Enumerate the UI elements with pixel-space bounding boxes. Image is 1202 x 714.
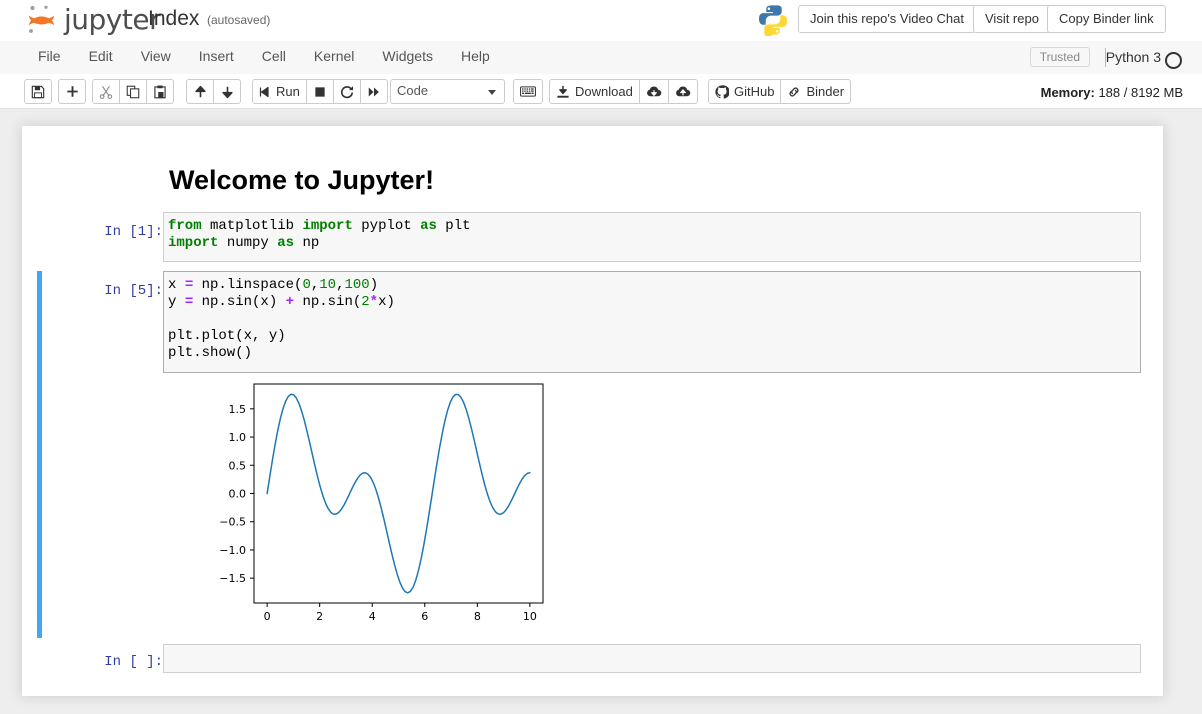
cell-prompt: In [5]: bbox=[83, 283, 163, 299]
menu-item-insert[interactable]: Insert bbox=[185, 41, 248, 71]
cell-type-value: Code bbox=[397, 83, 428, 98]
join-video-chat-button[interactable]: Join this repo's Video Chat bbox=[798, 5, 976, 33]
save-button[interactable] bbox=[24, 79, 52, 104]
svg-text:1.5: 1.5 bbox=[229, 403, 247, 416]
code-editor[interactable] bbox=[163, 644, 1141, 673]
cell-type-select[interactable]: Code bbox=[390, 79, 505, 104]
command-palette-button[interactable] bbox=[513, 79, 543, 104]
svg-text:−1.5: −1.5 bbox=[219, 572, 246, 585]
svg-text:−0.5: −0.5 bbox=[219, 516, 246, 529]
code-editor[interactable]: x = np.linspace(0,10,100) y = np.sin(x) … bbox=[163, 271, 1141, 373]
paste-cells-button[interactable] bbox=[146, 79, 174, 104]
copy-binder-link-button[interactable]: Copy Binder link bbox=[1047, 5, 1166, 33]
code-cell-selected[interactable]: In [5]: x = np.linspace(0,10,100) y = np… bbox=[22, 271, 1163, 638]
notebook-title[interactable]: Index bbox=[148, 7, 199, 31]
github-button-label: GitHub bbox=[734, 84, 774, 99]
menu-bar: File Edit View Insert Cell Kernel Widget… bbox=[0, 41, 1202, 75]
cell-prompt: In [ ]: bbox=[83, 654, 163, 670]
cloud-download-button[interactable] bbox=[639, 79, 669, 104]
toolbar: Run Code Download bbox=[0, 74, 1202, 109]
svg-text:0.5: 0.5 bbox=[229, 459, 247, 472]
menu-item-edit[interactable]: Edit bbox=[75, 41, 127, 71]
cut-cells-button[interactable] bbox=[92, 79, 120, 104]
svg-text:0: 0 bbox=[264, 610, 271, 623]
markdown-heading[interactable]: Welcome to Jupyter! bbox=[169, 165, 434, 196]
code-cell-empty[interactable]: In [ ]: bbox=[22, 644, 1163, 678]
kernel-idle-circle-icon[interactable] bbox=[1165, 52, 1182, 69]
matplotlib-figure: 0 2 4 6 8 10 −1.5 −1.0 −0.5 0.0 0.5 1.0 1.5 bbox=[210, 379, 544, 629]
jupyter-brand-text[interactable]: jupyter bbox=[64, 3, 160, 36]
python-logo-icon bbox=[758, 4, 788, 36]
memory-label: Memory: bbox=[1041, 85, 1095, 100]
jupyter-logo-icon[interactable] bbox=[24, 3, 60, 37]
github-button[interactable]: GitHub bbox=[708, 79, 781, 104]
trusted-badge[interactable]: Trusted bbox=[1030, 47, 1090, 67]
insert-cell-below-button[interactable] bbox=[58, 79, 86, 104]
line-plot: 0 2 4 6 8 10 −1.5 −1.0 −0.5 0.0 0.5 1.0 1.5 bbox=[210, 379, 544, 624]
restart-and-run-all-button[interactable] bbox=[360, 79, 388, 104]
kernel-name-label[interactable]: Python 3 bbox=[1106, 49, 1161, 65]
app-header: jupyter Index (autosaved) Join this repo… bbox=[0, 0, 1202, 42]
code-text: x = np.linspace(0,10,100) y = np.sin(x) … bbox=[168, 277, 1136, 362]
menu-item-view[interactable]: View bbox=[127, 41, 185, 71]
download-button-label: Download bbox=[575, 84, 633, 99]
svg-text:1.0: 1.0 bbox=[229, 431, 247, 444]
menu-item-kernel[interactable]: Kernel bbox=[300, 41, 368, 71]
svg-text:2: 2 bbox=[316, 610, 323, 623]
menu-item-help[interactable]: Help bbox=[447, 41, 504, 71]
cloud-upload-button[interactable] bbox=[668, 79, 698, 104]
copy-cells-button[interactable] bbox=[119, 79, 147, 104]
jupyter-notebook-app: jupyter Index (autosaved) Join this repo… bbox=[0, 0, 1202, 714]
notebook-panel: Welcome to Jupyter! In [1]: from matplot… bbox=[22, 126, 1163, 696]
move-cell-up-button[interactable] bbox=[186, 79, 214, 104]
svg-text:4: 4 bbox=[369, 610, 376, 623]
move-cell-down-button[interactable] bbox=[213, 79, 241, 104]
svg-text:6: 6 bbox=[421, 610, 428, 623]
binder-button[interactable]: Binder bbox=[780, 79, 851, 104]
binder-button-label: Binder bbox=[806, 84, 844, 99]
code-editor[interactable]: from matplotlib import pyplot as plt imp… bbox=[163, 212, 1141, 262]
cell-prompt: In [1]: bbox=[83, 224, 163, 240]
code-text: from matplotlib import pyplot as plt imp… bbox=[168, 218, 1136, 252]
svg-text:−1.0: −1.0 bbox=[219, 544, 246, 557]
svg-text:0.0: 0.0 bbox=[229, 488, 247, 501]
autosave-status: (autosaved) bbox=[207, 13, 270, 27]
svg-text:10: 10 bbox=[523, 610, 537, 623]
chevron-down-icon bbox=[488, 90, 496, 95]
visit-repo-button[interactable]: Visit repo bbox=[973, 5, 1051, 33]
restart-kernel-button[interactable] bbox=[333, 79, 361, 104]
cell-selection-bar bbox=[37, 271, 42, 638]
cell-output-area: 0 2 4 6 8 10 −1.5 −1.0 −0.5 0.0 0.5 1.0 1.5 bbox=[163, 379, 1141, 631]
download-button[interactable]: Download bbox=[549, 79, 640, 104]
menu-item-cell[interactable]: Cell bbox=[248, 41, 300, 71]
menu-item-widgets[interactable]: Widgets bbox=[368, 41, 447, 71]
memory-indicator: Memory: 188 / 8192 MB bbox=[1041, 85, 1183, 100]
interrupt-kernel-button[interactable] bbox=[306, 79, 334, 104]
memory-value: 188 / 8192 MB bbox=[1098, 85, 1183, 100]
code-cell[interactable]: In [1]: from matplotlib import pyplot as… bbox=[22, 212, 1163, 270]
run-cell-button[interactable]: Run bbox=[252, 79, 307, 104]
svg-text:8: 8 bbox=[474, 610, 481, 623]
menu-item-file[interactable]: File bbox=[24, 41, 75, 71]
run-button-label: Run bbox=[276, 84, 300, 99]
